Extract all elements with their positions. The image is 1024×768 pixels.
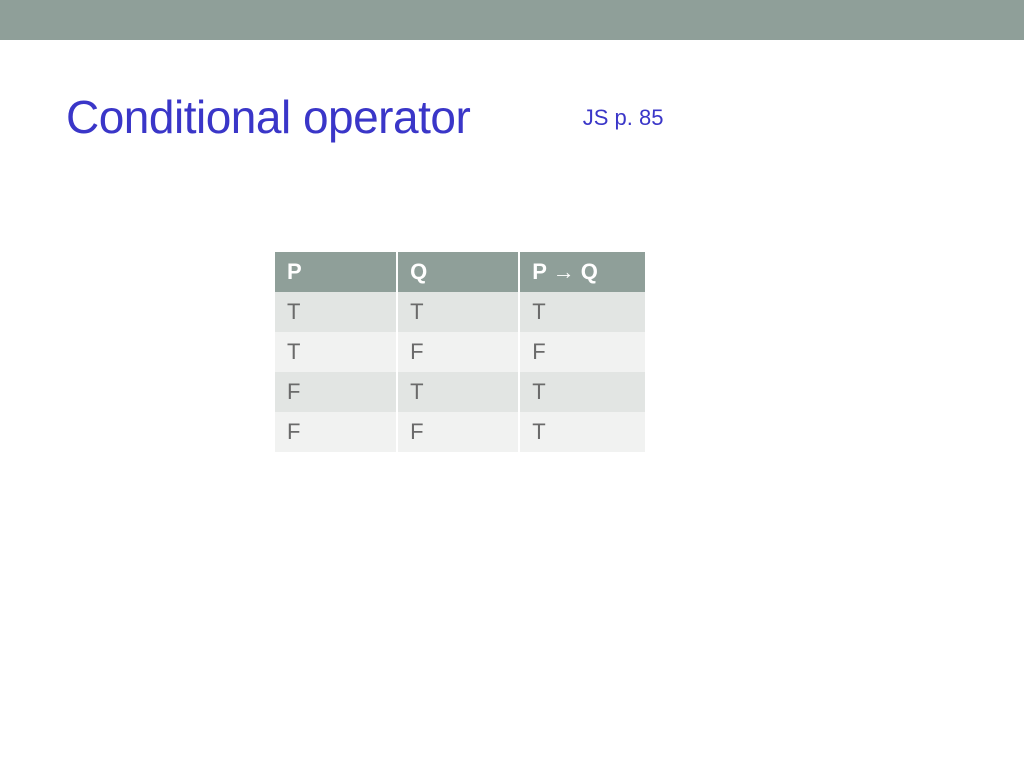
cell-p: F (275, 412, 397, 452)
table-header-row: P Q P → Q (275, 252, 645, 292)
top-bar (0, 0, 1024, 40)
truth-table-container: P Q P → Q T T T T F F F T T F (275, 252, 645, 452)
page-title: Conditional operator (66, 90, 470, 144)
table-row: T T T (275, 292, 645, 332)
table-row: F T T (275, 372, 645, 412)
header-pq-suffix: Q (575, 259, 598, 284)
heading-area: Conditional operator JS p. 85 (0, 40, 1024, 144)
cell-p: F (275, 372, 397, 412)
header-p-implies-q: P → Q (519, 252, 645, 292)
cell-pq: T (519, 292, 645, 332)
cell-q: F (397, 412, 519, 452)
arrow-right-icon: → (553, 259, 575, 284)
cell-p: T (275, 292, 397, 332)
truth-table: P Q P → Q T T T T F F F T T F (275, 252, 645, 452)
table-row: T F F (275, 332, 645, 372)
cell-q: T (397, 372, 519, 412)
cell-pq: F (519, 332, 645, 372)
cell-pq: T (519, 412, 645, 452)
cell-pq: T (519, 372, 645, 412)
cell-q: T (397, 292, 519, 332)
header-p: P (275, 252, 397, 292)
header-pq-prefix: P (532, 259, 552, 284)
cell-q: F (397, 332, 519, 372)
header-q: Q (397, 252, 519, 292)
table-row: F F T (275, 412, 645, 452)
cell-p: T (275, 332, 397, 372)
page-subtitle: JS p. 85 (583, 105, 664, 131)
